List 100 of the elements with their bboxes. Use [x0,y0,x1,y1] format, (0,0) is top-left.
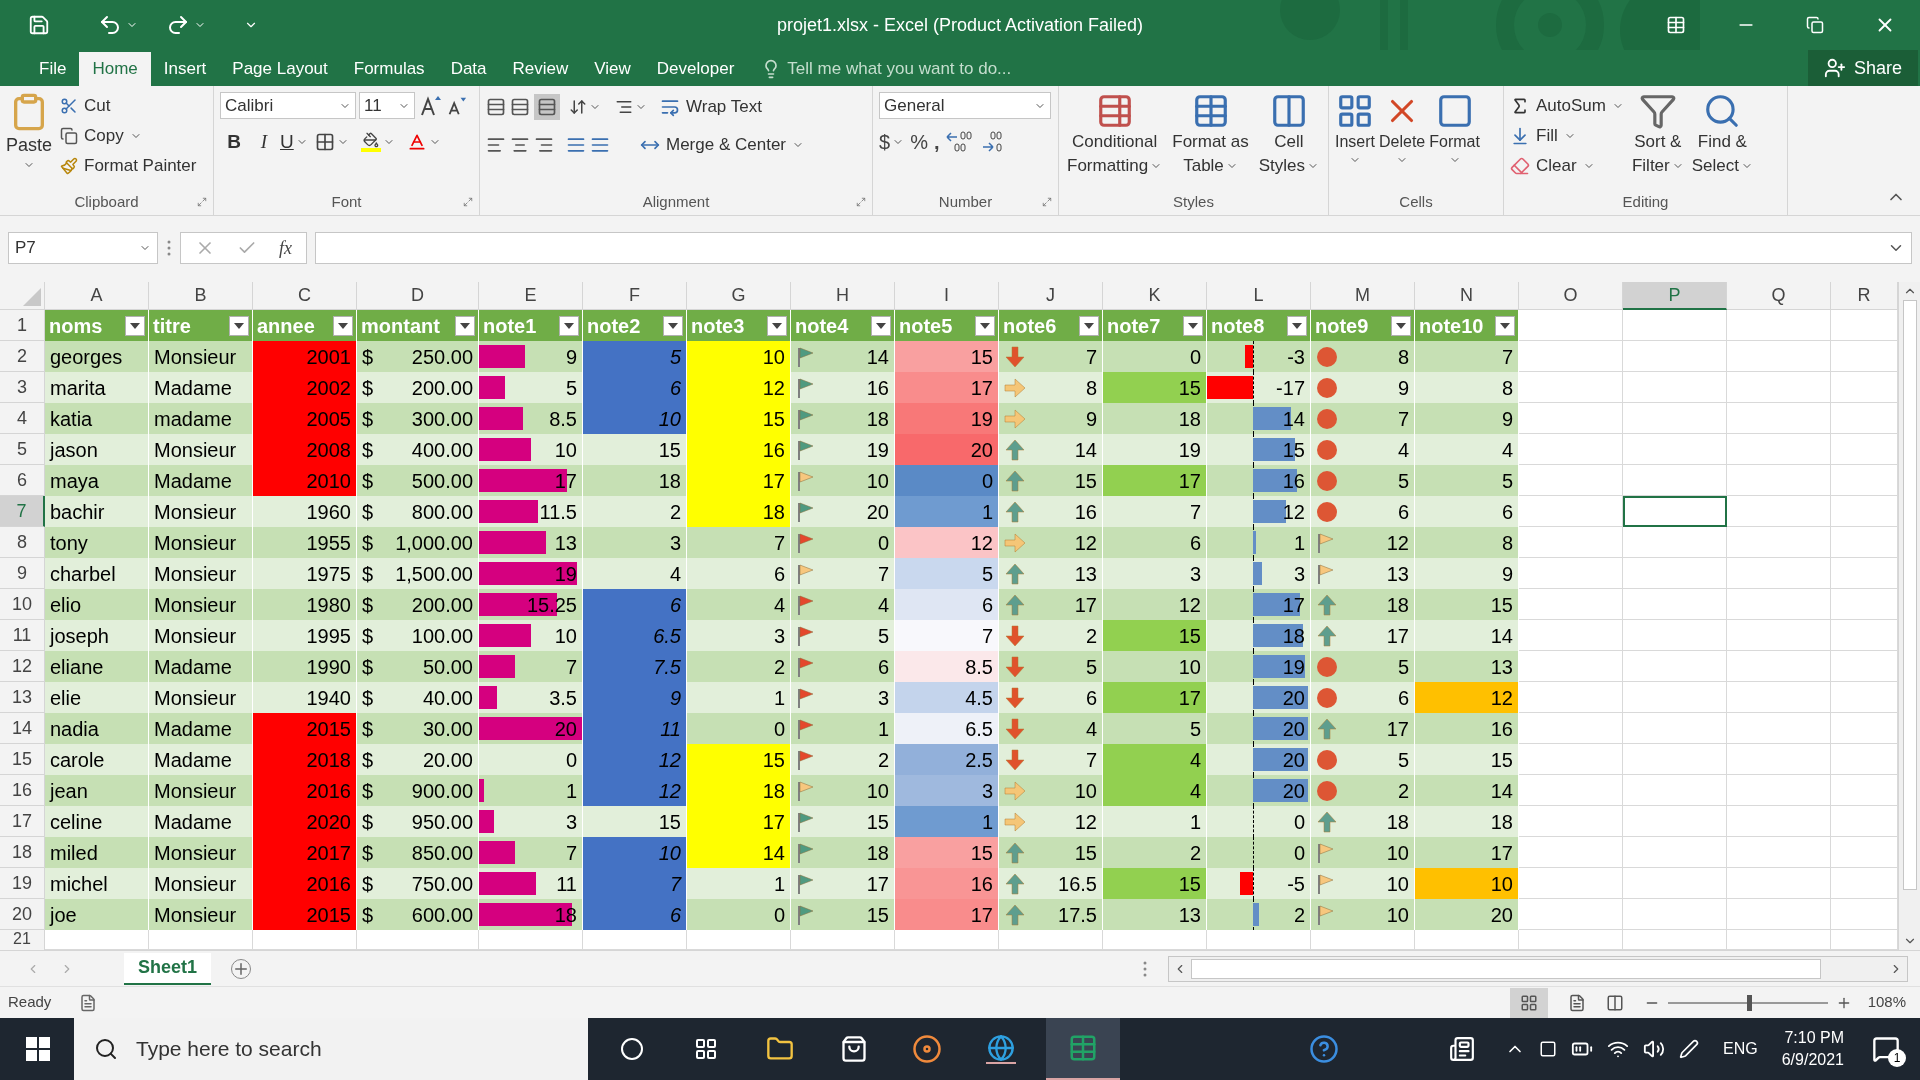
italic-button[interactable]: I [250,128,278,156]
column-letter[interactable]: B [149,282,253,310]
filter-button[interactable] [229,315,249,336]
ribbon-tab[interactable]: File [26,52,80,86]
row-number[interactable]: 8 [0,527,45,558]
ribbon-tab[interactable]: Formulas [340,52,438,86]
filter-button[interactable] [455,315,475,336]
page-layout-view-icon[interactable] [1567,993,1586,1012]
percent-button[interactable]: % [910,127,928,157]
browser-icon[interactable] [986,1034,1016,1064]
pen-icon[interactable] [1679,1039,1700,1059]
media-player-icon[interactable] [912,1034,942,1064]
column-letter[interactable]: P [1623,282,1727,310]
format-painter-button[interactable]: Format Painter [60,152,197,180]
clear-button[interactable]: Clear [1510,152,1624,180]
cells-button[interactable]: Format [1429,92,1480,166]
column-letter[interactable]: D [357,282,479,310]
ribbon-tab[interactable]: Insert [150,52,220,86]
filter-button[interactable] [1391,315,1411,336]
column-letter[interactable]: E [479,282,583,310]
ribbon-tab[interactable]: Data [437,52,500,86]
clock-time[interactable]: 7:10 PM [1784,1027,1844,1049]
column-letter[interactable]: N [1415,282,1519,310]
cells-button[interactable]: Delete [1379,92,1426,166]
redo-icon[interactable] [166,13,190,37]
row-number[interactable]: 21 [0,930,45,950]
column-letter[interactable]: O [1519,282,1623,310]
vertical-scrollbar[interactable] [1898,282,1920,950]
row-number[interactable]: 13 [0,682,45,713]
page-break-view-icon[interactable] [1605,993,1624,1012]
row-number[interactable]: 10 [0,589,45,620]
taskbar-search-field[interactable]: Type here to search [74,1018,588,1080]
insert-function-button[interactable]: fx [279,234,292,262]
news-icon[interactable] [1449,1036,1476,1062]
folder-icon[interactable] [766,1035,794,1063]
notification-icon[interactable] [1872,1035,1900,1063]
share-button[interactable]: Share [1808,50,1918,86]
row-number[interactable]: 6 [0,465,45,496]
row-number[interactable]: 12 [0,651,45,682]
column-letter[interactable]: K [1103,282,1207,310]
dialog-launcher-icon[interactable] [197,197,207,207]
row-number[interactable]: 11 [0,620,45,651]
spreadsheet-app-icon[interactable] [1068,1033,1098,1063]
row-number[interactable]: 17 [0,806,45,837]
copy-button[interactable]: Copy [60,122,197,150]
filter-button[interactable] [871,315,891,336]
comma-button[interactable]: , [933,127,940,157]
column-letter[interactable]: F [583,282,687,310]
column-letter[interactable]: M [1311,282,1415,310]
wrap-text-button[interactable]: Wrap Text [660,92,762,122]
middle-align-icon[interactable] [510,97,530,117]
column-letter[interactable]: G [687,282,791,310]
column-letter[interactable]: R [1831,282,1898,310]
style-button[interactable]: Conditional Formatting [1065,92,1165,178]
row-number[interactable]: 18 [0,837,45,868]
row-number[interactable]: 20 [0,899,45,930]
column-letter[interactable]: J [999,282,1103,310]
row-number[interactable]: 16 [0,775,45,806]
merge-center-button[interactable]: Merge & Center [640,130,804,160]
clock-date[interactable]: 6/9/2021 [1781,1049,1844,1071]
bottom-align-icon[interactable] [537,97,557,117]
undo-icon[interactable] [98,13,122,37]
align-center-icon[interactable] [510,135,530,155]
style-button[interactable]: Format as Table [1170,92,1251,178]
font-size-field[interactable]: 11 [359,92,415,119]
save-icon[interactable] [28,14,50,36]
zoom-slider[interactable] [1667,992,1828,1013]
row-number[interactable]: 1 [0,310,45,341]
tell-me-field[interactable]: Tell me what you want to do... [787,56,1088,82]
autosum-button[interactable]: AutoSum [1510,92,1624,120]
ribbon-tab[interactable]: Review [499,52,582,86]
paste-button[interactable]: Paste [6,92,53,171]
column-letter[interactable]: C [253,282,357,310]
currency-button[interactable]: $ [879,127,905,157]
slider-thumb[interactable] [1747,994,1753,1011]
filter-button[interactable] [333,315,353,336]
row-number[interactable]: 9 [0,558,45,589]
ribbon-tab[interactable]: View [581,52,644,86]
macro-record-icon[interactable] [79,993,98,1012]
normal-view-icon[interactable] [1519,993,1538,1012]
style-button[interactable]: Cell Styles [1256,92,1322,178]
ribbon-tab[interactable]: Home [79,52,151,86]
restore-icon[interactable] [1806,16,1824,34]
ribbon-tab[interactable]: Page Layout [219,52,341,86]
filter-button[interactable] [125,315,145,336]
filter-button[interactable] [767,315,787,336]
row-number[interactable]: 5 [0,434,45,465]
column-letter[interactable]: I [895,282,999,310]
cut-button[interactable]: Cut [60,92,197,120]
volume-icon[interactable] [1643,1038,1666,1060]
underline-button[interactable]: U [280,128,308,156]
filter-button[interactable] [663,315,683,336]
row-number[interactable]: 14 [0,713,45,744]
number-format-field[interactable]: General [879,92,1051,119]
windows-logo-icon[interactable] [26,1037,50,1061]
filter-button[interactable] [1183,315,1203,336]
dialog-launcher-icon[interactable] [856,197,866,207]
column-letter[interactable]: Q [1727,282,1831,310]
row-number[interactable]: 4 [0,403,45,434]
splitter-icon[interactable] [1142,959,1148,978]
